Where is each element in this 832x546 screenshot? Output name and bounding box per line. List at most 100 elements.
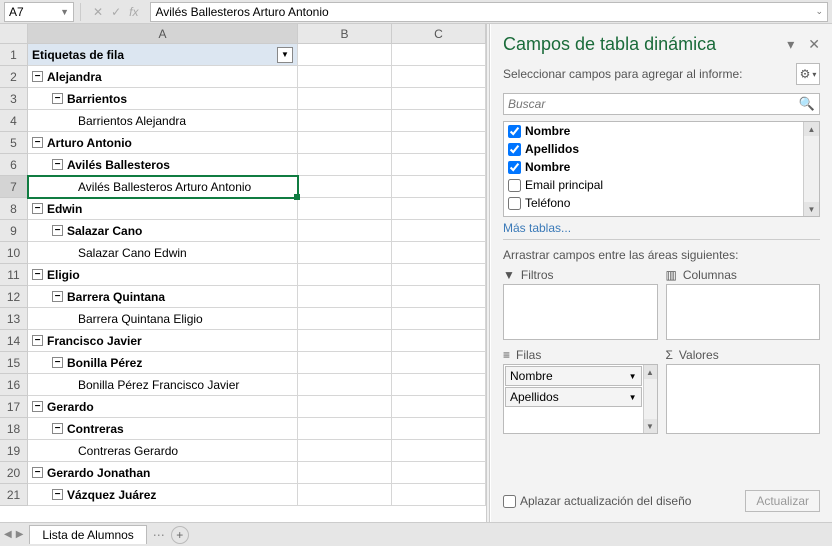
row-header[interactable]: 20 bbox=[0, 462, 28, 484]
cell-b[interactable] bbox=[298, 44, 392, 66]
search-icon[interactable]: 🔍 bbox=[799, 96, 815, 112]
cell-c[interactable] bbox=[392, 44, 486, 66]
field-checkbox[interactable] bbox=[508, 197, 521, 210]
cell-b[interactable] bbox=[298, 198, 392, 220]
row-header[interactable]: 11 bbox=[0, 264, 28, 286]
cell-b[interactable] bbox=[298, 66, 392, 88]
cell-b[interactable] bbox=[298, 264, 392, 286]
cell-a[interactable]: −Alejandra bbox=[28, 66, 298, 88]
filters-dropzone[interactable] bbox=[503, 284, 658, 340]
cell-b[interactable] bbox=[298, 110, 392, 132]
cell-b[interactable] bbox=[298, 440, 392, 462]
row-header[interactable]: 9 bbox=[0, 220, 28, 242]
cell-b[interactable] bbox=[298, 154, 392, 176]
defer-update-checkbox[interactable]: Aplazar actualización del diseño bbox=[503, 494, 691, 508]
cell-b[interactable] bbox=[298, 418, 392, 440]
collapse-icon[interactable]: − bbox=[32, 269, 43, 280]
cell-b[interactable] bbox=[298, 132, 392, 154]
cell-c[interactable] bbox=[392, 220, 486, 242]
cell-a[interactable]: −Contreras bbox=[28, 418, 298, 440]
row-header[interactable]: 10 bbox=[0, 242, 28, 264]
collapse-icon[interactable]: − bbox=[52, 93, 63, 104]
field-item[interactable]: Email principal bbox=[504, 176, 803, 194]
sheet-tab-active[interactable]: Lista de Alumnos bbox=[29, 525, 146, 544]
row-header[interactable]: 7 bbox=[0, 176, 28, 198]
cancel-icon[interactable]: ✕ bbox=[93, 5, 103, 19]
collapse-icon[interactable]: − bbox=[52, 291, 63, 302]
row-header[interactable]: 12 bbox=[0, 286, 28, 308]
cell-a[interactable]: −Gerardo bbox=[28, 396, 298, 418]
scroll-down-icon[interactable]: ▼ bbox=[644, 419, 657, 433]
cell-c[interactable] bbox=[392, 242, 486, 264]
cell-b[interactable] bbox=[298, 88, 392, 110]
cell-a[interactable]: −Salazar Cano bbox=[28, 220, 298, 242]
row-header[interactable]: 16 bbox=[0, 374, 28, 396]
cell-c[interactable] bbox=[392, 66, 486, 88]
cell-a[interactable]: Contreras Gerardo bbox=[28, 440, 298, 462]
row-header[interactable]: 19 bbox=[0, 440, 28, 462]
chevron-down-icon[interactable]: ▼ bbox=[60, 7, 69, 17]
field-checkbox[interactable] bbox=[508, 125, 521, 138]
collapse-icon[interactable]: − bbox=[52, 489, 63, 500]
cell-c[interactable] bbox=[392, 374, 486, 396]
cell-c[interactable] bbox=[392, 440, 486, 462]
cell-c[interactable] bbox=[392, 154, 486, 176]
cell-c[interactable] bbox=[392, 462, 486, 484]
cell-b[interactable] bbox=[298, 484, 392, 506]
cell-a[interactable]: Etiquetas de fila▼ bbox=[28, 44, 298, 66]
collapse-icon[interactable]: − bbox=[32, 401, 43, 412]
update-button[interactable]: Actualizar bbox=[745, 490, 820, 512]
cell-a[interactable]: Salazar Cano Edwin bbox=[28, 242, 298, 264]
cell-b[interactable] bbox=[298, 330, 392, 352]
cell-c[interactable] bbox=[392, 132, 486, 154]
columns-dropzone[interactable] bbox=[666, 284, 821, 340]
row-header[interactable]: 13 bbox=[0, 308, 28, 330]
cell-c[interactable] bbox=[392, 110, 486, 132]
collapse-icon[interactable]: − bbox=[32, 71, 43, 82]
gear-button[interactable]: ⚙▾ bbox=[796, 63, 820, 85]
cell-a[interactable]: −Barrera Quintana bbox=[28, 286, 298, 308]
cell-a[interactable]: −Eligio bbox=[28, 264, 298, 286]
filter-button[interactable]: ▼ bbox=[277, 47, 293, 63]
scroll-up-icon[interactable]: ▲ bbox=[804, 122, 819, 136]
cell-c[interactable] bbox=[392, 484, 486, 506]
cell-a[interactable]: −Barrientos bbox=[28, 88, 298, 110]
collapse-icon[interactable]: − bbox=[32, 335, 43, 346]
field-checkbox[interactable] bbox=[508, 143, 521, 156]
cell-b[interactable] bbox=[298, 242, 392, 264]
scroll-up-icon[interactable]: ▲ bbox=[644, 365, 657, 379]
row-header[interactable]: 6 bbox=[0, 154, 28, 176]
cell-b[interactable] bbox=[298, 176, 392, 198]
collapse-icon[interactable]: − bbox=[52, 225, 63, 236]
cell-a[interactable]: −Vázquez Juárez bbox=[28, 484, 298, 506]
close-icon[interactable]: ✕ bbox=[808, 36, 820, 53]
tab-next-icon[interactable]: ▶ bbox=[16, 529, 24, 540]
cell-a[interactable]: −Avilés Ballesteros bbox=[28, 154, 298, 176]
row-header[interactable]: 15 bbox=[0, 352, 28, 374]
search-input[interactable] bbox=[508, 97, 799, 111]
cell-c[interactable] bbox=[392, 352, 486, 374]
collapse-icon[interactable]: − bbox=[52, 357, 63, 368]
collapse-icon[interactable]: − bbox=[52, 423, 63, 434]
chevron-down-icon[interactable]: ▼ bbox=[629, 372, 637, 381]
select-all-corner[interactable] bbox=[0, 24, 28, 43]
col-header-c[interactable]: C bbox=[392, 24, 486, 43]
fx-icon[interactable]: fx bbox=[129, 5, 138, 19]
field-item[interactable]: Nombre bbox=[504, 158, 803, 176]
row-header[interactable]: 17 bbox=[0, 396, 28, 418]
cell-b[interactable] bbox=[298, 352, 392, 374]
name-box[interactable]: A7 ▼ bbox=[4, 2, 74, 22]
field-scrollbar[interactable]: ▲ ▼ bbox=[803, 122, 819, 216]
cell-a[interactable]: −Gerardo Jonathan bbox=[28, 462, 298, 484]
more-tables-link[interactable]: Más tablas... bbox=[503, 217, 820, 240]
cell-c[interactable] bbox=[392, 88, 486, 110]
scroll-down-icon[interactable]: ▼ bbox=[804, 202, 819, 216]
enter-icon[interactable]: ✓ bbox=[111, 5, 121, 19]
cell-c[interactable] bbox=[392, 264, 486, 286]
cell-b[interactable] bbox=[298, 220, 392, 242]
cell-c[interactable] bbox=[392, 330, 486, 352]
row-header[interactable]: 18 bbox=[0, 418, 28, 440]
cell-c[interactable] bbox=[392, 198, 486, 220]
tab-more-icon[interactable]: ⋯ bbox=[153, 528, 165, 542]
rows-scrollbar[interactable]: ▲ ▼ bbox=[643, 365, 657, 433]
